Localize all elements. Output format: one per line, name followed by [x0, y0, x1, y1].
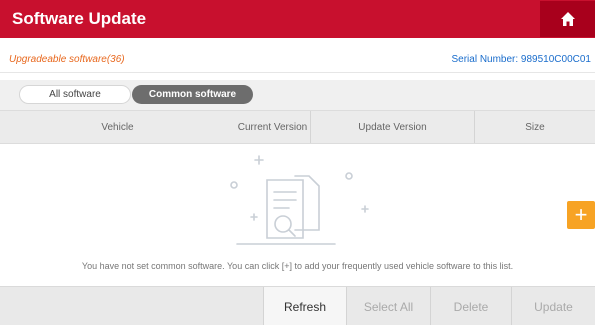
plus-icon: + — [574, 202, 588, 227]
tab-common-software[interactable]: Common software — [132, 85, 253, 104]
table-header: Vehicle Current Version Update Version S… — [0, 110, 595, 144]
action-bar: Refresh Select All Delete Update — [0, 286, 595, 325]
empty-document-search-icon — [230, 155, 369, 245]
empty-state-message: You have not set common software. You ca… — [81, 261, 514, 271]
add-common-software-button[interactable]: + — [567, 201, 595, 229]
refresh-button[interactable]: Refresh — [263, 287, 346, 325]
column-header-size: Size — [525, 121, 545, 133]
info-bar: Upgradeable software(36) Serial Number: … — [0, 38, 595, 73]
title-bar: Software Update — [0, 0, 595, 38]
delete-button[interactable]: Delete — [430, 287, 511, 325]
column-header-vehicle: Vehicle — [101, 121, 134, 133]
upgradeable-count: Upgradeable software(36) — [9, 54, 125, 65]
serial-number: Serial Number: 989510C00C01 — [451, 54, 591, 65]
column-header-update-version: Update Version — [311, 111, 475, 143]
update-button[interactable]: Update — [511, 287, 595, 325]
home-icon — [560, 12, 575, 26]
select-all-button[interactable]: Select All — [346, 287, 430, 325]
page-title: Software Update — [12, 9, 147, 28]
home-button[interactable] — [540, 1, 595, 37]
column-header-current-version: Current Version — [235, 111, 311, 143]
software-tabs: All software Common software — [0, 80, 595, 110]
tab-all-software[interactable]: All software — [19, 85, 131, 104]
